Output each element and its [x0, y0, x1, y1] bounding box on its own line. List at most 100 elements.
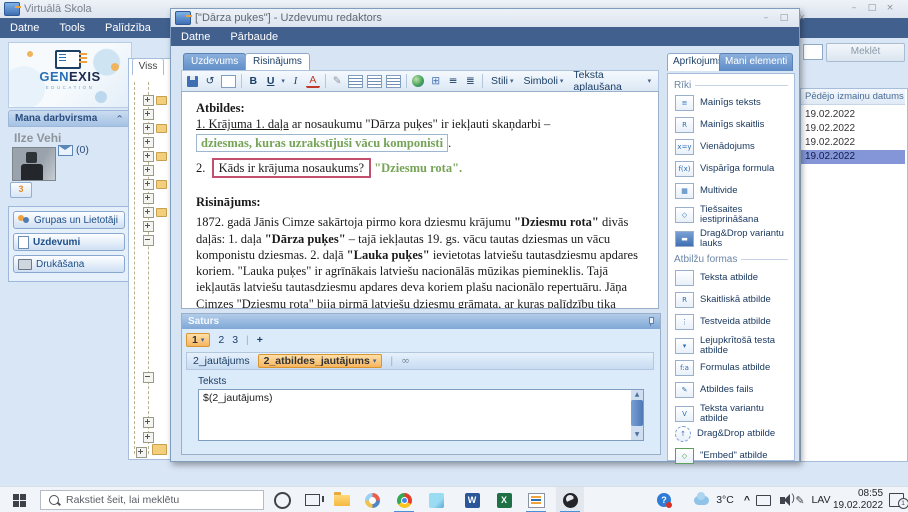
menu-datne[interactable]: Datne — [0, 22, 49, 34]
clock[interactable]: 08:5519.02.2022 — [834, 487, 882, 512]
page-tab-1-selected[interactable]: 1▾ — [186, 333, 210, 347]
tree-expand-icon[interactable] — [143, 221, 154, 232]
close-button[interactable]: × — [881, 2, 899, 16]
tree-expand-icon[interactable] — [143, 137, 154, 148]
link-icon[interactable]: ∞ — [401, 355, 410, 367]
scrollbar-thumb[interactable] — [631, 400, 643, 426]
tool-lejupkritosa-atbilde[interactable]: ▾Lejupkrītošā testa atbilde — [675, 336, 789, 356]
genexis-app-button[interactable] — [522, 487, 550, 512]
tree-expand-icon[interactable] — [143, 95, 154, 106]
tool-skaitliska-atbilde[interactable]: RSkaitliskā atbilde — [675, 292, 789, 308]
chrome-button[interactable] — [390, 487, 418, 512]
taskbar-search[interactable]: Rakstiet šeit, lai meklētu — [40, 490, 264, 510]
tree-expand-icon[interactable] — [143, 109, 154, 120]
tray-expand-chevron[interactable]: ^ — [740, 487, 754, 512]
tree-expand-icon[interactable] — [143, 417, 154, 428]
tab-uzdevums[interactable]: Uzdevums — [183, 53, 246, 71]
scroll-up-icon[interactable]: ▲ — [631, 390, 643, 400]
tool-mainigs-skaitlis[interactable]: RMainīgs skaitlis — [675, 117, 789, 133]
tool-teksta-variantu-atbilde[interactable]: VTeksta variantu atbilde — [675, 404, 789, 424]
tool-teksta-atbilde[interactable]: Teksta atbilde — [675, 270, 789, 286]
result-row[interactable]: 19.02.2022 — [801, 122, 905, 136]
eraser-icon[interactable]: ✎ — [330, 74, 343, 89]
align-right-icon[interactable] — [386, 74, 401, 89]
results-column-header[interactable]: Pēdējo izmaiņu datums — [801, 89, 905, 105]
tab-risinajums[interactable]: Risinājums — [245, 53, 310, 71]
tree-collapse-icon[interactable] — [143, 235, 154, 246]
notification-center-button[interactable]: 1 — [884, 487, 908, 512]
tree-tab-viss[interactable]: Viss — [132, 58, 164, 75]
weather-button[interactable] — [690, 487, 712, 512]
answer-1-box[interactable]: dziesmas, kuras uzrakstījuši vācu kompon… — [196, 134, 448, 152]
tool-atbildes-fails[interactable]: ✎Atbildes fails — [675, 382, 789, 398]
tool-mainigs-teksts[interactable]: ≡Mainīgs teksts — [675, 95, 789, 111]
var-tab-atbildes-jautajums-selected[interactable]: 2_atbildes_jautājums▾ — [258, 354, 383, 368]
question-2-box[interactable]: Kāds ir krājuma nosaukums? — [212, 158, 371, 178]
collapse-icon[interactable]: ^ — [116, 114, 123, 123]
tool-embed-atbilde[interactable]: ◇"Embed" atbilde — [675, 448, 789, 464]
numbered-list-icon[interactable]: ≣ — [464, 74, 477, 89]
italic-button[interactable]: I — [289, 74, 302, 89]
tool-multivide[interactable]: ▦Multivide — [675, 183, 789, 199]
display-tray-button[interactable] — [754, 487, 772, 512]
preview-icon[interactable] — [221, 74, 236, 89]
saturs-header[interactable]: Saturs — [182, 314, 660, 329]
tool-dragdrop-lauks[interactable]: ▬Drag&Drop variantu lauks — [675, 229, 789, 249]
obs-button[interactable] — [556, 487, 584, 512]
file-explorer-button[interactable] — [328, 487, 356, 512]
tree-expand-icon[interactable] — [143, 179, 154, 190]
dialog-menu-datne[interactable]: Datne — [171, 31, 220, 43]
page-tab-2[interactable]: 2 — [218, 334, 224, 346]
tool-formulas-atbilde[interactable]: f:aFormulas atbilde — [675, 360, 789, 376]
task-view-button[interactable] — [298, 487, 326, 512]
tool-dragdrop-atbilde[interactable]: ↑Drag&Drop atbilde — [675, 426, 789, 442]
paint-button[interactable] — [358, 487, 386, 512]
teksts-textarea[interactable]: $(2_jautājums) — [198, 389, 644, 441]
underline-caret-icon[interactable]: ▾ — [281, 77, 285, 85]
result-row[interactable]: 19.02.2022 — [801, 136, 905, 150]
tree-expand-icon[interactable] — [143, 165, 154, 176]
styles-dropdown[interactable]: Stili▾ — [488, 75, 516, 87]
tree-expand-icon[interactable] — [143, 432, 154, 443]
start-button[interactable] — [0, 487, 38, 512]
pen-tray-button[interactable]: ✎ — [792, 487, 808, 512]
language-indicator[interactable]: LAV — [808, 487, 834, 512]
user-status-button[interactable]: 3 — [10, 182, 32, 198]
tree-expand-icon[interactable] — [143, 193, 154, 204]
tool-tiessaites[interactable]: ◇Tiešsaites iestiprināšana — [675, 205, 789, 225]
minimize-button[interactable]: – — [845, 2, 863, 16]
tree-expand-icon[interactable] — [143, 151, 154, 162]
nav-groups-users-button[interactable]: Grupas un Lietotāji — [13, 211, 125, 229]
align-center-icon[interactable] — [367, 74, 382, 89]
tree-expand-icon[interactable] — [136, 447, 147, 458]
menu-tools[interactable]: Tools — [49, 22, 95, 34]
scroll-down-icon[interactable]: ▼ — [631, 430, 643, 440]
help-tray-button[interactable]: ? — [652, 487, 676, 512]
bold-button[interactable]: B — [247, 74, 260, 89]
font-color-button[interactable]: A — [306, 74, 319, 88]
search-input[interactable] — [803, 44, 823, 60]
temperature-label[interactable]: 3°C — [712, 487, 738, 512]
dialog-maximize-button[interactable]: □ — [775, 12, 793, 26]
tool-vispariga-formula[interactable]: f(x)Vispārīga formula — [675, 161, 789, 177]
volume-tray-button[interactable] — [772, 487, 792, 512]
result-row[interactable]: 19.02.2022 — [801, 108, 905, 122]
table-icon[interactable]: ⊞ — [429, 74, 442, 89]
excel-button[interactable]: X — [490, 487, 518, 512]
bullet-list-icon[interactable]: ≡ — [446, 74, 459, 89]
tree-expand-icon[interactable] — [143, 207, 154, 218]
result-row-selected[interactable]: 19.02.2022 — [801, 150, 905, 164]
tree-collapse-icon[interactable] — [143, 372, 154, 383]
editor-content[interactable]: Atbildes: 1. Krājuma 1. daļa ar nosaukum… — [181, 91, 659, 309]
dialog-minimize-button[interactable]: – — [757, 12, 775, 26]
search-button[interactable]: Meklēt — [826, 43, 905, 62]
tree-expand-icon[interactable] — [143, 123, 154, 134]
text-wrap-dropdown[interactable]: Teksta aplaušana▾ — [570, 69, 654, 93]
tool-testveida-atbilde[interactable]: ⋮Testveida atbilde — [675, 314, 789, 330]
underline-button[interactable]: U — [264, 74, 277, 89]
mail-icon[interactable] — [58, 145, 73, 156]
my-desktop-panel-header[interactable]: Mana darbvirsma ^ — [8, 110, 130, 127]
tab-mani-elementi[interactable]: Mani elementi — [719, 53, 793, 71]
cortana-button[interactable] — [268, 487, 296, 512]
dialog-menu-parbaude[interactable]: Pārbaude — [220, 31, 288, 43]
